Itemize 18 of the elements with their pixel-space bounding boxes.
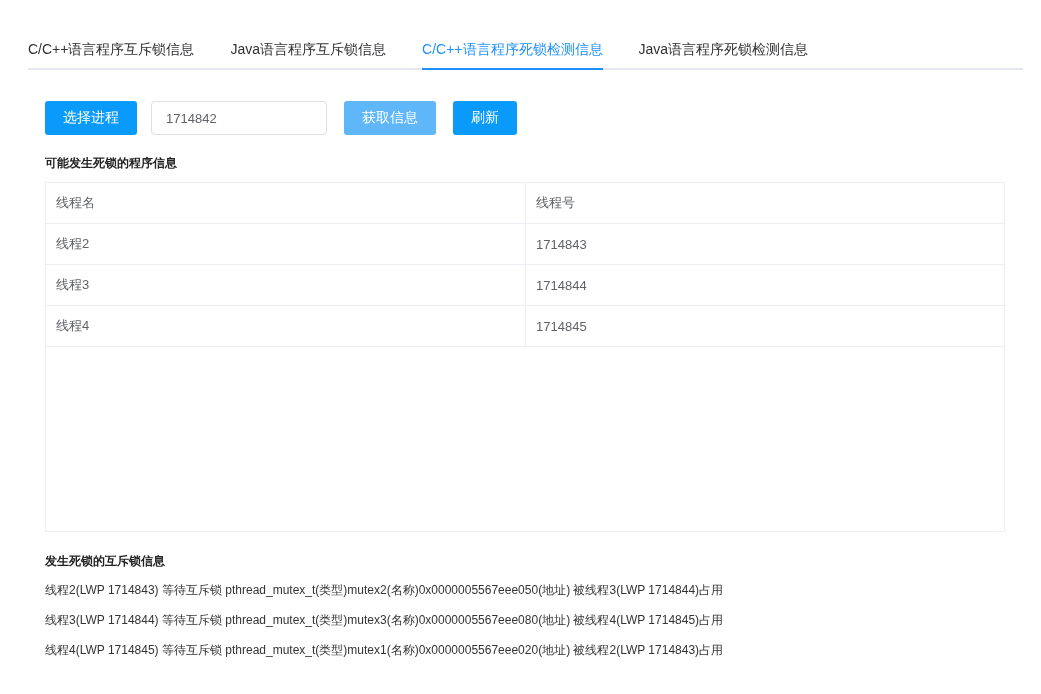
tab[interactable]: C/C++语言程序死锁检测信息 xyxy=(422,37,603,70)
table-cell: 线程3 xyxy=(46,265,526,305)
mutex-info-line: 线程2(LWP 1714843) 等待互斥锁 pthread_mutex_t(类型)mutex2(名称)0x0000005567eee050(地址) 被线程3(LWP 1714844)占用 xyxy=(45,582,725,599)
mutex-info-line: 线程3(LWP 1714844) 等待互斥锁 pthread_mutex_t(类型)mutex3(名称)0x0000005567eee080(地址) 被线程4(LWP 1714845)占用 xyxy=(45,612,725,629)
column-header: 线程名 xyxy=(46,183,526,223)
tab[interactable]: Java语言程序死锁检测信息 xyxy=(638,37,809,70)
table-cell: 线程2 xyxy=(46,224,526,264)
section-title: 发生死锁的互斥锁信息 xyxy=(45,553,166,570)
column-header: 线程号 xyxy=(535,194,576,212)
mutex-info-line: 线程4(LWP 1714845) 等待互斥锁 pthread_mutex_t(类型)mutex1(名称)0x0000005567eee020(地址) 被线程2(LWP 1714843)占用 xyxy=(45,642,725,659)
tab[interactable]: C/C++语言程序互斥锁信息 xyxy=(28,37,195,70)
process-id-field[interactable]: 1714842 xyxy=(151,101,327,135)
table-cell-text: 1714845 xyxy=(535,317,588,336)
table-cell-text: 1714844 xyxy=(535,276,588,295)
tab[interactable]: Java语言程序互斥锁信息 xyxy=(230,37,387,70)
table-cell: 线程4 xyxy=(46,306,526,346)
table-cell-text: 1714843 xyxy=(535,235,588,254)
section-title: 可能发生死锁的程序信息 xyxy=(45,155,178,172)
